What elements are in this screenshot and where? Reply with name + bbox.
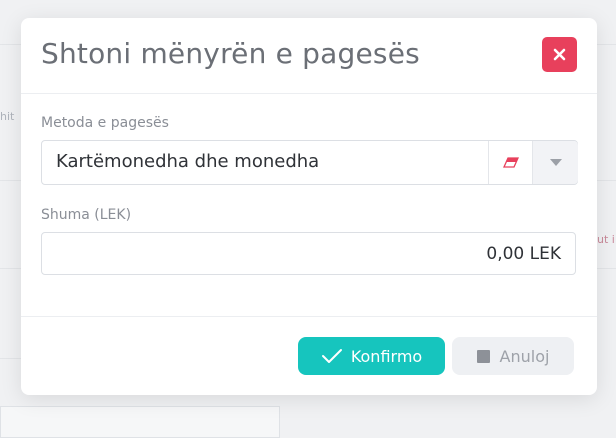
- cancel-button[interactable]: Anuloj: [452, 337, 574, 375]
- close-icon: [553, 48, 566, 61]
- background-text-fragment: hit: [0, 110, 15, 123]
- footer-divider: [21, 316, 597, 317]
- dialog-title: Shtoni mënyrën e pagesës: [41, 37, 420, 70]
- background-panel: [0, 406, 280, 438]
- amount-value: 0,00 LEK: [486, 244, 561, 264]
- stop-icon: [476, 349, 490, 363]
- payment-method-value: Kartëmonedha dhe monedha: [56, 151, 320, 172]
- background-divider: [0, 358, 22, 359]
- background-divider: [0, 44, 22, 45]
- add-payment-method-dialog: Shtoni mënyrën e pagesës Metoda e pagesë…: [21, 18, 597, 395]
- eraser-icon: [502, 156, 520, 168]
- amount-label: Shuma (LEK): [41, 207, 132, 223]
- background-divider: [597, 44, 616, 45]
- background-divider: [0, 268, 22, 269]
- confirm-label: Konfirmo: [350, 346, 423, 366]
- dropdown-toggle-button[interactable]: [532, 141, 578, 184]
- clear-selection-button[interactable]: [488, 141, 533, 184]
- background-divider: [597, 268, 616, 269]
- background-divider: [597, 180, 616, 181]
- payment-method-label: Metoda e pagesës: [41, 115, 169, 131]
- close-button[interactable]: [542, 37, 577, 72]
- checkmark-icon: [321, 349, 342, 363]
- caret-down-icon: [549, 159, 562, 166]
- amount-input[interactable]: 0,00 LEK: [41, 232, 576, 275]
- confirm-button[interactable]: Konfirmo: [298, 337, 445, 375]
- dialog-header: Shtoni mënyrën e pagesës: [21, 18, 597, 94]
- payment-method-select[interactable]: Kartëmonedha dhe monedha: [41, 140, 578, 185]
- cancel-label: Anuloj: [499, 346, 550, 366]
- background-text-fragment: ut i: [597, 233, 615, 246]
- background-divider: [0, 180, 22, 181]
